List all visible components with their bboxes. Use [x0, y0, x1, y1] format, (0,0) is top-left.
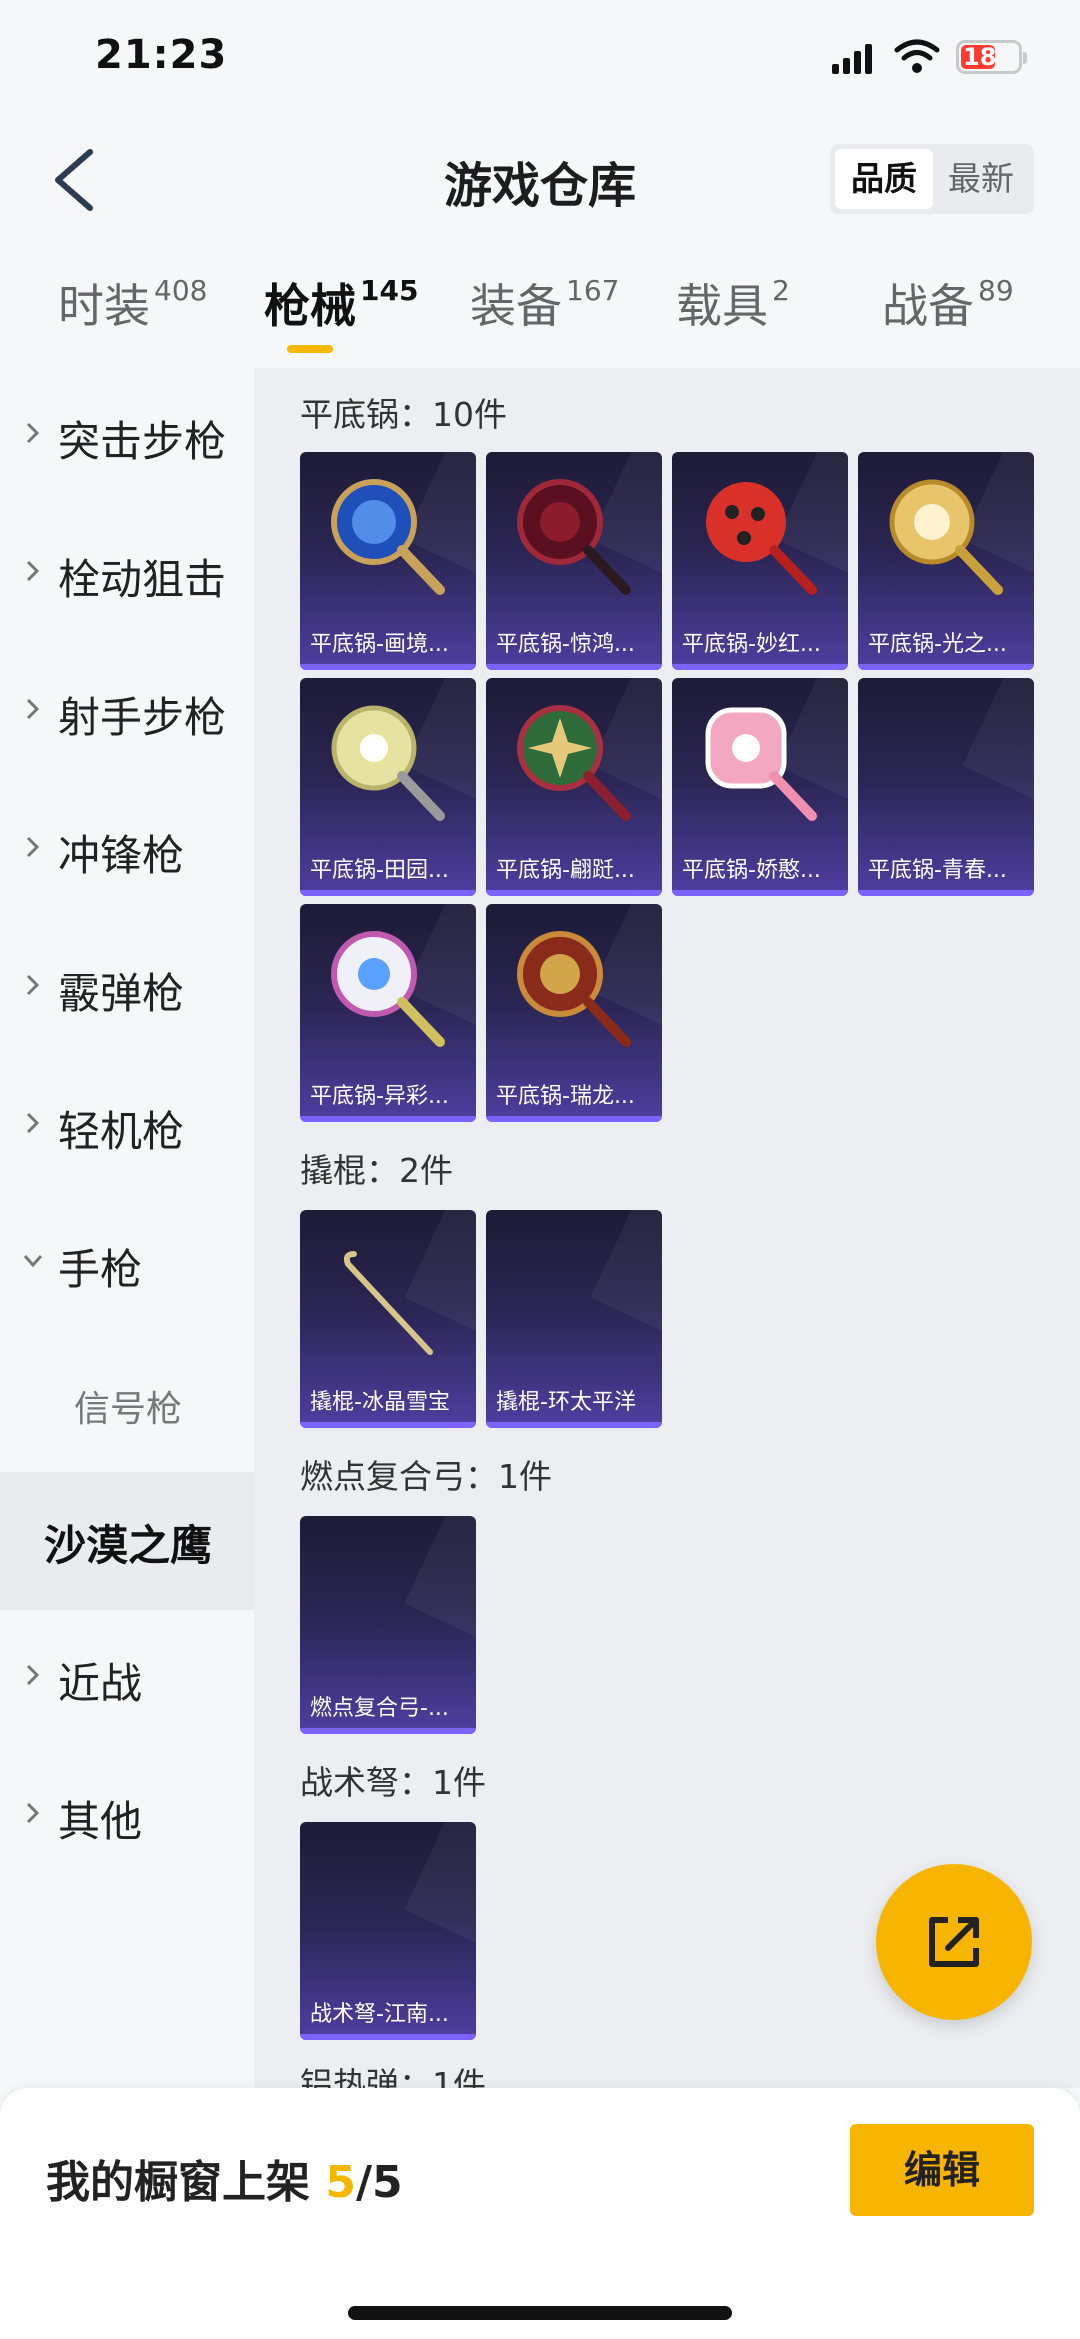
chevron-right-icon: [26, 1802, 40, 1824]
sidebar-item-pistol[interactable]: 手枪: [0, 1196, 254, 1334]
sidebar-item-melee[interactable]: 近战: [0, 1610, 254, 1748]
chevron-right-icon: [26, 1112, 40, 1134]
sort-toggle: 品质 最新: [830, 144, 1034, 214]
battery-icon: 18: [956, 40, 1027, 74]
edit-button[interactable]: 编辑: [850, 2124, 1034, 2216]
chevron-right-icon: [26, 836, 40, 858]
frying-pan-icon: [517, 705, 631, 821]
status-bar: 21:23 18: [0, 0, 1080, 120]
item-card[interactable]: 平底锅-翩跹...: [486, 678, 662, 896]
status-time: 21:23: [95, 32, 228, 78]
tab-fashion[interactable]: 时装 408: [58, 270, 207, 360]
item-card[interactable]: 平底锅-青春...: [858, 678, 1034, 896]
section-title-crossbow: 战术弩：1件: [300, 1763, 486, 1802]
item-card[interactable]: 平底锅-田园...: [300, 678, 476, 896]
sidebar-item-other[interactable]: 其他: [0, 1748, 254, 1886]
chevron-down-icon: [23, 1255, 43, 1268]
item-card[interactable]: 平底锅-异彩...: [300, 904, 476, 1122]
item-card[interactable]: 平底锅-瑞龙...: [486, 904, 662, 1122]
share-button[interactable]: [876, 1864, 1032, 2020]
showcase-status: 我的橱窗上架 5/5: [46, 2157, 403, 2208]
external-link-icon: [929, 1917, 979, 1967]
chevron-right-icon: [26, 1664, 40, 1686]
showcase-bar: 我的橱窗上架 5/5 编辑: [0, 2088, 1080, 2339]
frying-pan-icon: [517, 479, 631, 595]
section-title-frying-pan: 平底锅：10件: [300, 395, 507, 434]
home-indicator[interactable]: [348, 2306, 732, 2320]
frying-pan-icon: [331, 705, 445, 821]
sidebar-item-smg[interactable]: 冲锋枪: [0, 782, 254, 920]
frying-pan-icon: [331, 479, 445, 595]
frying-pan-icon: [705, 707, 817, 821]
item-card[interactable]: 撬棍-冰晶雪宝: [300, 1210, 476, 1428]
chevron-right-icon: [26, 422, 40, 444]
battery-level: 18: [963, 43, 997, 71]
weapon-category-sidebar: 突击步枪 栓动狙击 射手步枪 冲锋枪 霰弹枪 轻机枪 手枪 信号枪 沙漠之鹰 近…: [0, 368, 254, 2088]
item-grid-area: 平底锅：10件 平底锅-画境... 平底锅-惊鸿... 平底锅-妙红... 平底…: [254, 368, 1080, 2088]
item-card[interactable]: 平底锅-惊鸿...: [486, 452, 662, 670]
item-card[interactable]: 平底锅-妙红...: [672, 452, 848, 670]
crowbar-icon: [343, 1251, 433, 1355]
item-card[interactable]: 平底锅-娇憨...: [672, 678, 848, 896]
active-tab-indicator: [287, 345, 333, 353]
sidebar-item-bolt-sniper[interactable]: 栓动狙击: [0, 506, 254, 644]
wifi-icon: [894, 39, 940, 73]
item-card[interactable]: 撬棍-环太平洋: [486, 1210, 662, 1428]
frying-pan-icon: [706, 482, 817, 595]
frying-pan-icon: [889, 479, 1003, 595]
item-card[interactable]: 燃点复合弓-...: [300, 1516, 476, 1734]
section-title-compound-bow: 燃点复合弓：1件: [300, 1457, 552, 1496]
section-title-thermite: 铝热弹：1件: [300, 2065, 486, 2088]
item-card[interactable]: 战术弩-江南...: [300, 1822, 476, 2040]
category-tabs: 时装 408 枪械 145 装备 167 载具 2 战备 89: [0, 270, 1080, 360]
chevron-right-icon: [26, 974, 40, 996]
tab-battle-prep[interactable]: 战备 89: [882, 270, 1014, 360]
sidebar-item-assault-rifle[interactable]: 突击步枪: [0, 368, 254, 506]
tab-vehicles[interactable]: 载具 2: [676, 270, 790, 360]
section-title-crowbar: 撬棍：2件: [300, 1151, 453, 1190]
item-card[interactable]: 平底锅-光之...: [858, 452, 1034, 670]
sidebar-item-shotgun[interactable]: 霰弹枪: [0, 920, 254, 1058]
cellular-signal-icon: [832, 44, 872, 74]
item-card[interactable]: 平底锅-画境...: [300, 452, 476, 670]
sidebar-subitem-flare-gun[interactable]: 信号枪: [0, 1334, 254, 1472]
frying-pan-icon: [331, 931, 445, 1047]
chevron-right-icon: [26, 698, 40, 720]
frying-pan-icon: [517, 931, 631, 1047]
showcase-total-count: /5: [355, 2157, 403, 2208]
tab-equipment[interactable]: 装备 167: [470, 270, 619, 360]
sidebar-subitem-desert-eagle[interactable]: 沙漠之鹰: [0, 1472, 254, 1610]
sidebar-item-marksman-rifle[interactable]: 射手步枪: [0, 644, 254, 782]
sidebar-item-lmg[interactable]: 轻机枪: [0, 1058, 254, 1196]
sort-quality-option[interactable]: 品质: [835, 149, 933, 209]
sort-newest-option[interactable]: 最新: [932, 149, 1030, 209]
chevron-right-icon: [26, 560, 40, 582]
showcase-current-count: 5: [325, 2157, 356, 2208]
